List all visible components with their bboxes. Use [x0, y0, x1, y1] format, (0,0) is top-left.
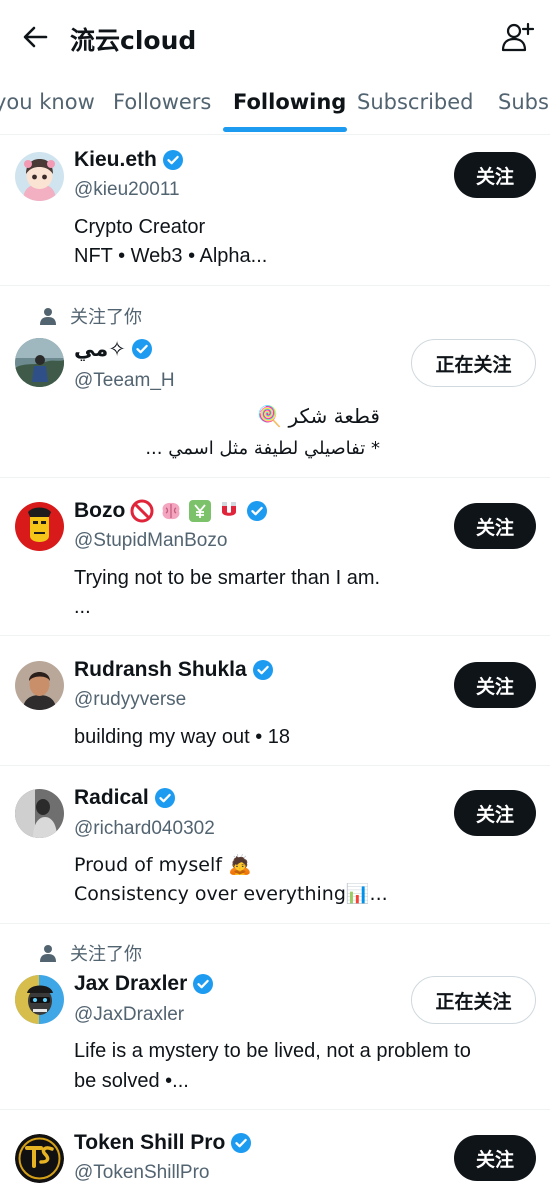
person-icon	[40, 945, 56, 962]
tab-subscribed[interactable]: Subscribed	[357, 90, 474, 114]
tab-following[interactable]: Following	[233, 90, 346, 114]
user-name: Rudransh Shukla	[74, 658, 247, 681]
user-row[interactable]: Rudransh Shukla @rudyyverse building my …	[0, 636, 550, 766]
verified-badge-icon	[252, 660, 273, 680]
follow-button[interactable]: 关注	[454, 662, 536, 708]
user-row[interactable]: Bozo @StupidManBozo Trying not to be sma…	[0, 478, 550, 636]
top-bar: 流云cloud	[0, 0, 550, 75]
follow-button[interactable]: 关注	[454, 503, 536, 549]
user-name-line: Rudransh Shukla	[74, 658, 274, 682]
user-bio-line: * تفاصيلي لطيفة مثل اسمي ...	[145, 438, 380, 459]
user-bio-line: NFT • Web3 • Alpha...	[74, 245, 268, 267]
follows-you-text: 关注了你	[70, 307, 142, 328]
avatar	[15, 661, 64, 710]
user-bio-line: be solved •...	[74, 1070, 189, 1092]
user-name: Token Shill Pro	[74, 1131, 226, 1154]
follows-you-label: 关注了你	[40, 303, 142, 329]
user-row[interactable]: 关注了你 Jax Draxler @JaxDraxler Life is a m…	[0, 924, 550, 1110]
user-name-line: مي✧	[74, 337, 153, 361]
user-handle: @StupidManBozo	[74, 530, 228, 551]
user-name-line: Radical	[74, 786, 176, 810]
follow-button[interactable]: 关注	[454, 1135, 536, 1181]
following-button[interactable]: 正在关注	[411, 339, 536, 387]
verified-badge-icon	[193, 974, 214, 994]
follow-button[interactable]: 关注	[454, 790, 536, 836]
user-bio-line: Trying not to be smarter than I am.	[74, 567, 381, 589]
tab-followers[interactable]: Followers	[113, 90, 211, 114]
avatar	[15, 975, 64, 1024]
user-name: Bozo	[74, 499, 126, 522]
user-name-line: Bozo	[74, 499, 268, 523]
follow-button[interactable]: 关注	[454, 152, 536, 198]
user-name: مي✧	[74, 337, 126, 361]
follows-you-label: 关注了你	[40, 940, 142, 966]
user-handle: @Teeam_H	[74, 370, 175, 391]
user-bio-line: ...	[74, 596, 91, 618]
avatar	[15, 338, 64, 387]
prohibited-icon	[130, 499, 154, 523]
tab-you-know[interactable]: you know	[0, 90, 95, 114]
avatar	[15, 152, 64, 201]
tab-active-indicator	[223, 127, 347, 132]
page-title: 流云cloud	[70, 26, 197, 55]
user-handle: @richard040302	[74, 818, 215, 839]
user-handle: @kieu20011	[74, 179, 180, 200]
user-name-line: Kieu.eth	[74, 148, 184, 172]
avatar	[15, 1134, 64, 1183]
user-handle: @TokenShillPro	[74, 1162, 210, 1183]
magnet-icon	[222, 502, 237, 516]
user-row[interactable]: Kieu.eth @kieu20011 Crypto Creator NFT •…	[0, 135, 550, 286]
verified-badge-icon	[231, 1133, 252, 1153]
verified-badge-icon	[247, 501, 268, 521]
user-name: Jax Draxler	[74, 972, 188, 995]
avatar	[15, 789, 64, 838]
user-bio-line: Consistency over everything📊...	[74, 883, 388, 905]
user-row[interactable]: Token Shill Pro @TokenShillPro 关注	[0, 1110, 550, 1200]
user-bio-line: Proud of myself 🙇	[74, 854, 252, 876]
user-name: Radical	[74, 786, 149, 809]
back-arrow-icon[interactable]	[20, 22, 50, 52]
user-row[interactable]: 关注了你 مي✧ @Teeam_H قطعة شكر 🍭 * تفاصيلي ل…	[0, 286, 550, 478]
user-name-line: Token Shill Pro	[74, 1131, 252, 1155]
user-name-line: Jax Draxler	[74, 972, 214, 996]
brain-icon	[162, 502, 180, 520]
following-button[interactable]: 正在关注	[411, 976, 536, 1024]
verified-badge-icon	[131, 339, 152, 359]
follows-you-text: 关注了你	[70, 944, 142, 965]
add-user-icon[interactable]	[500, 20, 534, 54]
chart-yen-icon	[189, 500, 212, 522]
person-icon	[40, 308, 56, 325]
user-bio-line: قطعة شكر 🍭	[257, 404, 380, 428]
verified-badge-icon	[154, 788, 175, 808]
tab-subs[interactable]: Subs	[498, 90, 549, 114]
user-handle: @rudyyverse	[74, 689, 187, 710]
user-row[interactable]: Radical @richard040302 Proud of myself 🙇…	[0, 766, 550, 924]
avatar	[15, 502, 64, 551]
user-bio-line: Crypto Creator	[74, 216, 206, 238]
verified-badge-icon	[162, 150, 183, 170]
user-bio-line: building my way out • 18	[74, 726, 291, 748]
user-handle: @JaxDraxler	[74, 1004, 185, 1025]
user-bio-line: Life is a mystery to be lived, not a pro…	[74, 1040, 471, 1062]
user-name: Kieu.eth	[74, 148, 157, 171]
tab-bar: you know Followers Following Subscribed …	[0, 75, 550, 135]
